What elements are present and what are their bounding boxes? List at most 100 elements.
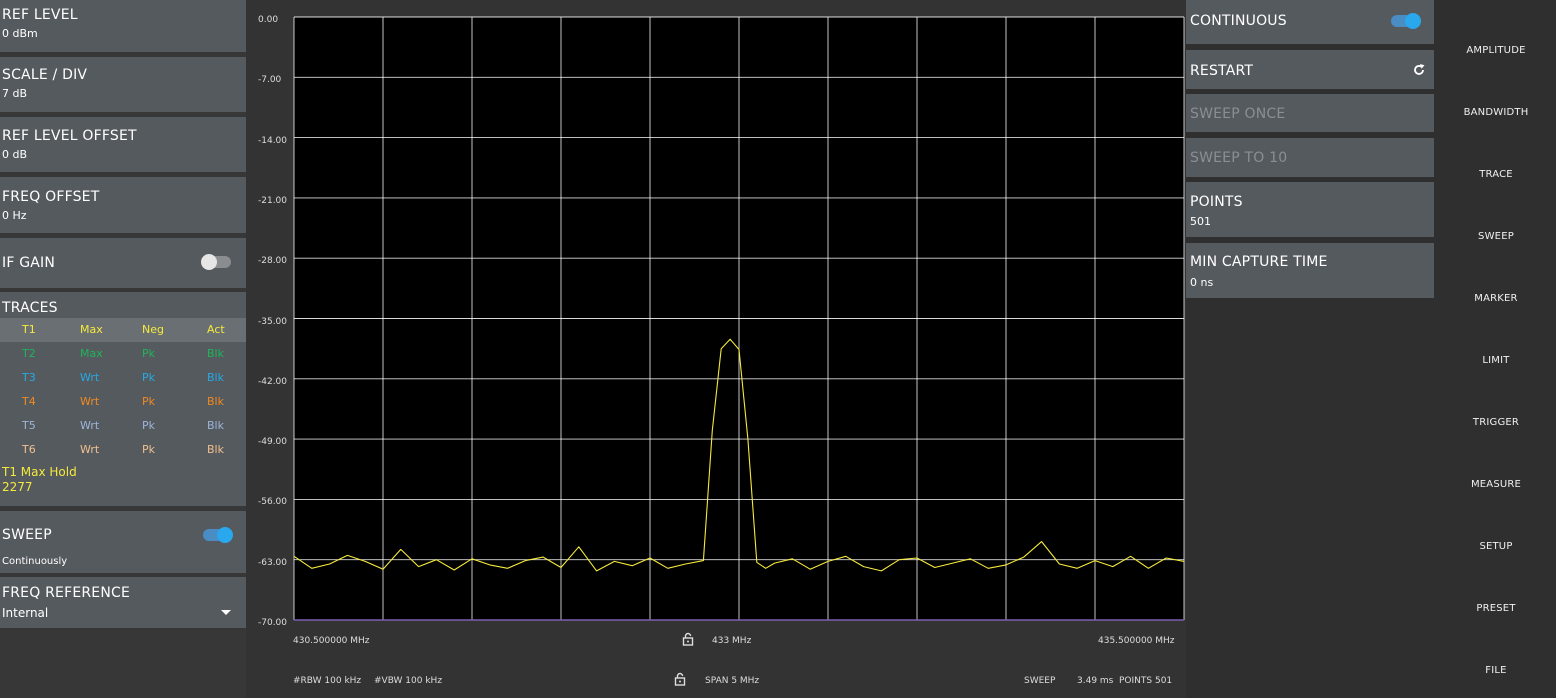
sweep-row[interactable]: SWEEP Continuously [0,511,246,573]
trace-id: T4 [22,395,36,408]
menu-item-limit[interactable]: LIMIT [1436,355,1556,366]
trace-det: Neg [142,323,164,336]
trace-row[interactable]: T1 Max Neg Act [0,318,246,342]
y-axis-tick-label: 0.00 [258,15,279,25]
continuous-row[interactable]: CONTINUOUS [1186,0,1434,44]
y-axis-tick-label: -56.00 [258,497,288,508]
scale-div-label: SCALE / DIV [2,67,88,83]
sweep-to-label: SWEEP TO 10 [1190,150,1288,166]
sweep-to-button[interactable]: SWEEP TO 10 [1186,138,1434,177]
trace-det: Pk [142,443,156,456]
trace-det: Pk [142,419,156,432]
trace-state: Blk [207,347,224,360]
lock-icon[interactable] [674,672,686,686]
sweep-mode-value: Continuously [2,556,68,567]
span-value[interactable]: SPAN 5 MHz [705,676,759,686]
trace-row[interactable]: T6 Wrt Pk Blk [0,438,246,462]
refresh-icon [1414,64,1425,75]
rbw-value[interactable]: #RBW 100 kHz [293,676,361,686]
trace-det: Pk [142,395,156,408]
sweep-label: SWEEP [1024,676,1056,686]
points-label: POINTS [1190,194,1243,210]
y-axis-tick-label: -28.00 [258,256,288,267]
y-axis-tick-label: -7.00 [258,75,282,86]
trace-row[interactable]: T2 Max Pk Blk [0,342,246,366]
points-button[interactable]: POINTS 501 [1186,182,1434,237]
menu-item-trigger[interactable]: TRIGGER [1436,417,1556,428]
trace-row[interactable]: T4 Wrt Pk Blk [0,390,246,414]
menu-item-sweep[interactable]: SWEEP [1436,231,1556,242]
trace-row[interactable]: T5 Wrt Pk Blk [0,414,246,438]
trace-det: Pk [142,347,156,360]
y-axis-tick-label: -49.00 [258,437,288,448]
menu-item-file[interactable]: FILE [1436,665,1556,676]
trace-mode: Wrt [80,419,100,432]
ref-level-offset-value: 0 dB [2,148,28,161]
trace-id: T1 [22,323,36,336]
toggle-knob [1405,13,1421,29]
freq-offset-label: FREQ OFFSET [2,189,100,205]
traces-panel[interactable]: TRACES T1 Max Neg Act T2 Max Pk Blk T3 Wrt Pk Blk T4… [0,292,246,506]
freq-reference-value: Internal [2,606,49,620]
vbw-value[interactable]: #VBW 100 kHz [374,676,442,686]
trace-row[interactable]: T3 Wrt Pk Blk [0,366,246,390]
ref-level-button[interactable]: REF LEVEL 0 dBm [0,0,246,52]
trace-state: Act [207,323,225,336]
menu-item-amplitude[interactable]: AMPLITUDE [1436,45,1556,56]
continuous-label: CONTINUOUS [1190,13,1287,29]
caret-down-icon [221,610,231,615]
lock-icon[interactable] [682,632,694,646]
freq-offset-button[interactable]: FREQ OFFSET 0 Hz [0,177,246,233]
amplitude-settings-panel: REF LEVEL 0 dBm SCALE / DIV 7 dB REF LEV… [0,0,246,698]
toggle-knob [217,527,233,543]
restart-button[interactable]: RESTART [1186,50,1434,89]
main-menu: AMPLITUDE BANDWIDTH TRACE SWEEP MARKER LIMIT T… [1436,0,1556,698]
points-value: 501 [1190,215,1211,228]
ref-level-offset-button[interactable]: REF LEVEL OFFSET 0 dB [0,117,246,172]
stop-frequency: 435.500000 MHz [1098,636,1175,646]
spectrum-plot[interactable] [246,0,1186,698]
y-axis-tick-label: -63.00 [258,557,288,568]
menu-item-trace[interactable]: TRACE [1436,169,1556,180]
freq-offset-value: 0 Hz [2,209,27,222]
y-axis-tick-label: -42.00 [258,376,288,387]
min-capture-time-label: MIN CAPTURE TIME [1190,254,1328,270]
y-axis-tick-label: -35.00 [258,316,288,327]
ref-level-offset-label: REF LEVEL OFFSET [2,128,137,144]
freq-reference-dropdown[interactable]: FREQ REFERENCE Internal [0,577,246,628]
menu-item-marker[interactable]: MARKER [1436,293,1556,304]
traces-label: TRACES [2,300,58,316]
trace-id: T3 [22,371,36,384]
ref-level-value: 0 dBm [2,27,38,40]
trace-det: Pk [142,371,156,384]
center-frequency: 433 MHz [712,636,752,646]
sweep-settings-panel: CONTINUOUS RESTART SWEEP ONCE SWEEP TO 1… [1186,0,1436,698]
sweep-toggle[interactable] [203,527,233,543]
points-value: POINTS 501 [1119,676,1173,686]
sweep-time: 3.49 ms [1077,676,1114,686]
trace-id: T5 [22,419,36,432]
menu-item-setup[interactable]: SETUP [1436,541,1556,552]
trace-mode: Wrt [80,395,100,408]
menu-item-measure[interactable]: MEASURE [1436,479,1556,490]
y-axis-tick-label: -14.00 [258,135,288,146]
min-capture-time-button[interactable]: MIN CAPTURE TIME 0 ns [1186,243,1434,298]
y-axis-tick-label: -21.00 [258,195,288,206]
trace-state: Blk [207,371,224,384]
sweep-once-button[interactable]: SWEEP ONCE [1186,94,1434,132]
freq-reference-label: FREQ REFERENCE [2,585,131,601]
if-gain-label: IF GAIN [2,255,56,271]
if-gain-row: IF GAIN [0,238,246,288]
trace-mode: Wrt [80,371,100,384]
scale-div-button[interactable]: SCALE / DIV 7 dB [0,57,246,112]
trace-state: Blk [207,419,224,432]
continuous-toggle[interactable] [1391,13,1421,29]
trace-state: Blk [207,443,224,456]
menu-item-bandwidth[interactable]: BANDWIDTH [1436,107,1556,118]
ref-level-label: REF LEVEL [2,7,78,23]
menu-item-preset[interactable]: PRESET [1436,603,1556,614]
active-trace-count: 2277 [2,480,33,494]
trace-mode: Max [80,347,103,360]
if-gain-toggle[interactable] [201,254,231,270]
start-frequency: 430.500000 MHz [293,636,370,646]
